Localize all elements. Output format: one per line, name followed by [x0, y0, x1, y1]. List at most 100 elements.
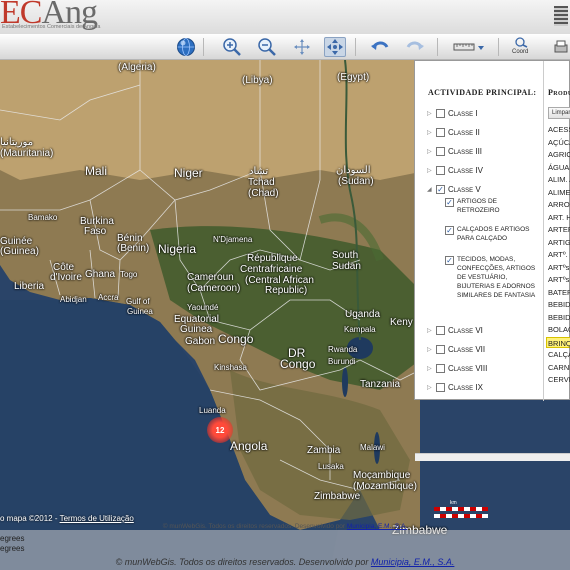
terms-link[interactable]: Termos de Utilização: [60, 514, 134, 523]
map-label-ghana: Ghana: [85, 269, 116, 280]
product-item[interactable]: AÇÚCA: [548, 137, 570, 148]
toolbar-separator: [203, 38, 204, 56]
collapsed-arrow-icon[interactable]: ▷: [427, 110, 433, 117]
subclass-label-line: Tecidos, modas,: [457, 256, 516, 263]
subclass-row[interactable]: ✓ Artigos de Retrozeiro: [445, 197, 500, 215]
clear-button[interactable]: Limpar: [548, 107, 570, 119]
product-item[interactable]: BEBIDAS: [548, 299, 570, 310]
product-item[interactable]: ARTIGO: [548, 237, 570, 248]
collapsed-arrow-icon[interactable]: ▷: [427, 327, 433, 334]
class-row[interactable]: ▷ Classe II: [427, 126, 480, 138]
map-label-guinea: (Guinea): [0, 246, 39, 257]
product-item[interactable]: AGRICU: [548, 149, 570, 160]
subclass-row[interactable]: ✓ Tecidos, modas, confecções, artigos de ve…: [445, 255, 535, 300]
class-row[interactable]: ▷ Classe I: [427, 107, 478, 119]
class-checkbox[interactable]: [436, 325, 445, 335]
footer-text-bottom: © munWebGis. Todos os direitos reservado…: [115, 557, 371, 567]
product-item[interactable]: ART. HI: [548, 212, 570, 223]
class-checkbox[interactable]: [436, 382, 445, 392]
class-label: Classe V: [448, 184, 481, 194]
map-label-chad-arabic: تشاد: [249, 166, 269, 177]
expanded-arrow-icon[interactable]: ◢: [427, 186, 433, 193]
class-label: Classe VII: [448, 344, 486, 354]
subclass-checkbox[interactable]: ✓: [445, 198, 454, 207]
class-checkbox[interactable]: [436, 363, 445, 373]
collapsed-arrow-icon[interactable]: ▷: [427, 148, 433, 155]
print-icon[interactable]: [552, 37, 570, 57]
product-item[interactable]: ARTEFA: [548, 224, 570, 235]
class-row[interactable]: ▷ Classe III: [427, 145, 482, 157]
undo-icon[interactable]: [369, 37, 391, 57]
class-label: Classe II: [448, 127, 480, 137]
product-item[interactable]: BATERIA: [548, 287, 570, 298]
class-checkbox[interactable]: [436, 344, 445, 354]
collapsed-arrow-icon[interactable]: ▷: [427, 384, 433, 391]
product-item[interactable]: ARTº. (: [548, 249, 570, 260]
subclass-label-line: Artigos de: [457, 198, 497, 205]
product-item[interactable]: ÁGUAS: [548, 162, 570, 173]
class-checkbox[interactable]: [436, 127, 445, 137]
redo-icon[interactable]: [404, 37, 426, 57]
pan-icon[interactable]: [324, 37, 346, 57]
product-item[interactable]: BRINQUE: [546, 336, 570, 348]
map-label-burundi: Burundi: [328, 357, 356, 366]
product-item[interactable]: ALIMEN: [548, 187, 570, 198]
product-item[interactable]: BEBIDAS: [548, 312, 570, 323]
map-label-cameroun: Cameroun: [187, 272, 234, 283]
zoom-in-icon[interactable]: [221, 37, 243, 57]
collapsed-arrow-icon[interactable]: ▷: [427, 346, 433, 353]
map-label-mauritania: (Mauritania): [0, 148, 54, 159]
coordinates-label: Coord: [512, 49, 529, 55]
zoom-out-icon[interactable]: [256, 37, 278, 57]
map-label-libya: (Libya): [242, 75, 273, 86]
class-checkbox[interactable]: [436, 146, 445, 156]
subclass-label-line: Calçados e artigos: [457, 226, 530, 233]
class-row[interactable]: ▷ Classe IV: [427, 164, 483, 176]
header-menu-icon[interactable]: [554, 6, 568, 26]
footer-text: © munWebGis. Todos os direitos reservado…: [162, 523, 347, 530]
product-item[interactable]: ARTºs. F: [548, 262, 570, 273]
product-item[interactable]: ARROZ: [548, 199, 570, 210]
footer-link-bottom[interactable]: Municipia, E.M., S.A.: [371, 557, 455, 567]
footer-link[interactable]: Municipia, E.M., S.A.: [347, 523, 407, 530]
map-label-mali: Mali: [85, 164, 108, 178]
footer-credits-bottom: © munWebGis. Todos os direitos reservado…: [0, 557, 570, 567]
class-checkbox[interactable]: [436, 165, 445, 175]
subclass-label-line: similares de fantasia: [457, 292, 536, 299]
map-label-sudan: (Sudan): [338, 176, 374, 187]
subclass-checkbox[interactable]: ✓: [445, 226, 454, 235]
collapsed-arrow-icon[interactable]: ▷: [427, 167, 433, 174]
product-item[interactable]: CARNE: [548, 362, 570, 373]
map-label-mauritania-arabic: موريتانيا: [0, 137, 34, 148]
product-item[interactable]: CERVEJA: [548, 374, 570, 385]
class-row[interactable]: ▷ Classe VI: [427, 324, 483, 336]
collapsed-arrow-icon[interactable]: ▷: [427, 129, 433, 136]
ruler-icon[interactable]: [452, 37, 486, 57]
coordinates-icon[interactable]: [511, 36, 533, 48]
horizontal-scrollbar[interactable]: [415, 453, 570, 461]
app-window: ECAng Estabelecimentos Comerciais de Ang…: [0, 0, 570, 570]
class-row[interactable]: ▷Classe X: [427, 400, 481, 401]
collapsed-arrow-icon[interactable]: ▷: [427, 365, 433, 372]
product-item[interactable]: ALIM. A: [548, 174, 570, 185]
class-row[interactable]: ◢ ✓ Classe V: [427, 183, 481, 195]
product-item[interactable]: BOLACHA: [548, 324, 570, 335]
product-item[interactable]: ARTºs. V: [548, 274, 570, 285]
footer-credits: © munWebGis. Todos os direitos reservado…: [0, 523, 570, 530]
product-item[interactable]: CALÇADO: [548, 349, 570, 360]
full-extent-icon[interactable]: [291, 37, 313, 57]
product-item[interactable]: ACESSÓ: [548, 124, 570, 135]
establishment-cluster-marker[interactable]: 12: [207, 417, 233, 443]
subclass-row[interactable]: ✓ Calçados e artigos para calçado: [445, 225, 529, 243]
map-label-tanzania: Tanzania: [360, 379, 401, 390]
globe-icon[interactable]: [175, 37, 197, 57]
class-row[interactable]: ▷ Classe VII: [427, 343, 485, 355]
subclass-checkbox[interactable]: ✓: [445, 256, 454, 265]
class-label: Classe VIII: [448, 363, 488, 373]
class-row[interactable]: ▷ Classe VIII: [427, 362, 487, 374]
scale-bar-mi: [434, 514, 488, 518]
class-checkbox[interactable]: ✓: [436, 184, 445, 194]
map-label-south: South: [332, 250, 359, 261]
class-checkbox[interactable]: [436, 108, 445, 118]
class-row[interactable]: ▷ Classe IX: [427, 381, 483, 393]
